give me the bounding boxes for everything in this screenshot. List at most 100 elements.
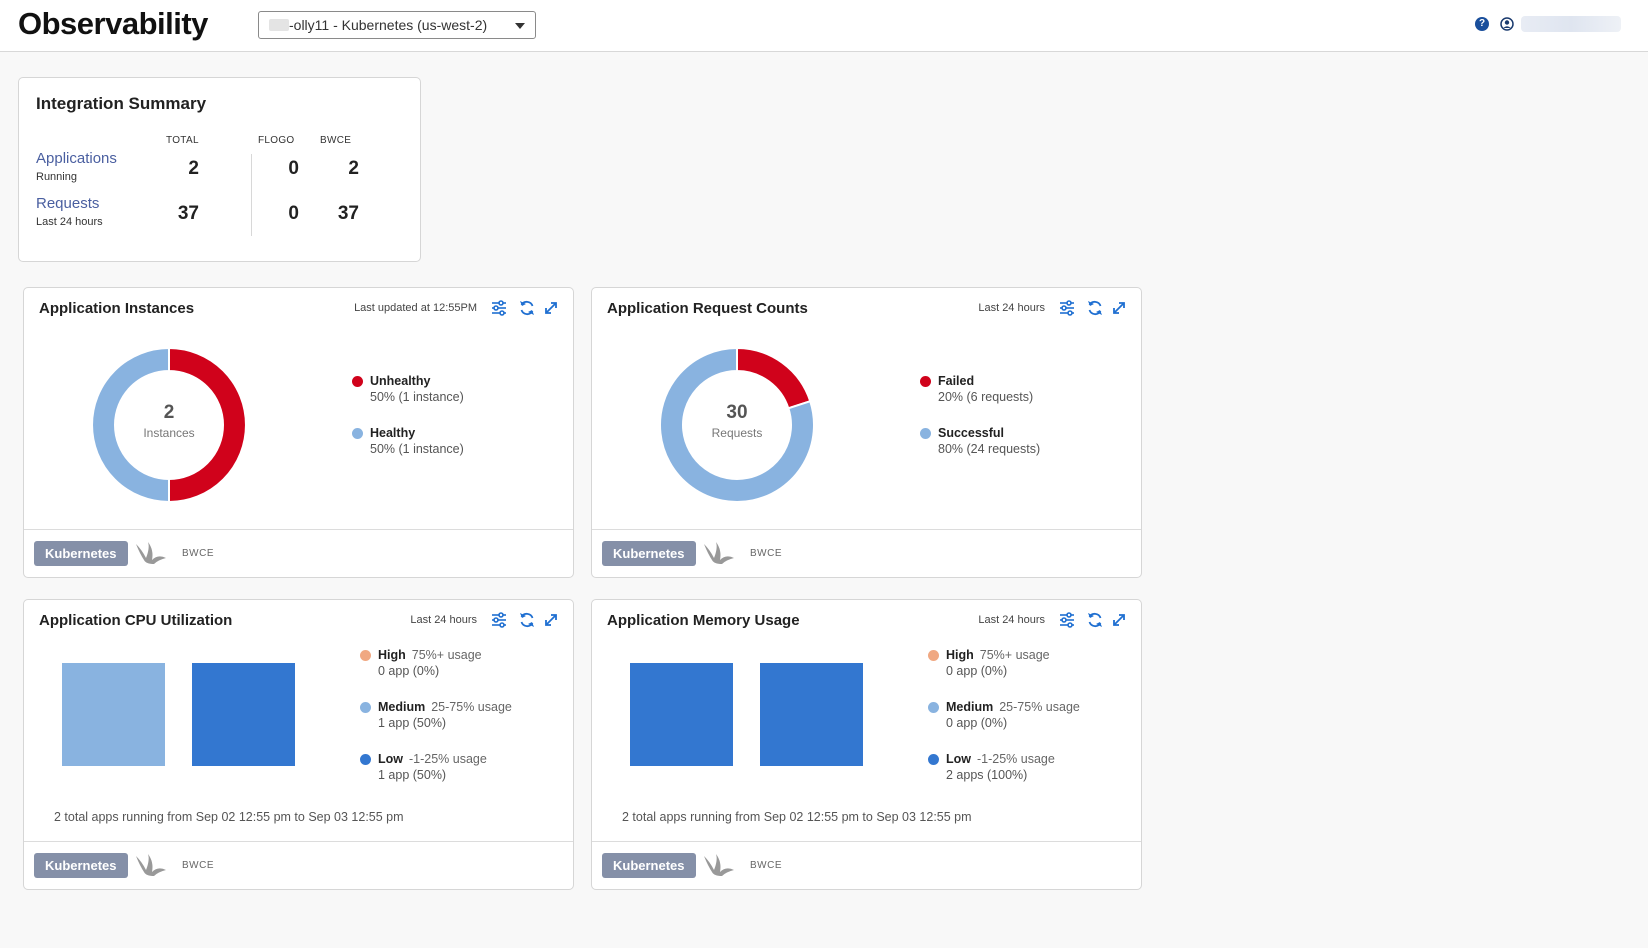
legend-successful-name: Successful <box>938 426 1005 440</box>
donut-slice-failed[interactable] <box>736 346 812 410</box>
environment-select[interactable]: -olly11 - Kubernetes (us-west-2) <box>258 11 536 39</box>
legend-unhealthy-name: Unhealthy <box>370 374 431 388</box>
tibco-bird-icon <box>136 542 166 564</box>
legend-low-name: Low -1-25% usage <box>378 752 487 766</box>
col-header-flogo: FLOGO <box>258 135 295 146</box>
refresh-icon[interactable] <box>517 610 537 630</box>
refresh-icon[interactable] <box>1085 610 1105 630</box>
legend-dot-low <box>928 754 939 765</box>
legend-high-value: 0 app (0%) <box>378 664 440 678</box>
applications-total: 2 <box>188 158 199 179</box>
cpu-app-tile[interactable] <box>192 663 295 766</box>
requests-center-label: Requests <box>711 426 763 440</box>
col-header-bwce: BWCE <box>320 135 352 146</box>
page-title: Observability <box>18 6 208 41</box>
requests-flogo: 0 <box>288 203 299 224</box>
filter-sliders-icon[interactable] <box>1057 298 1077 318</box>
requests-sub: Last 24 hours <box>36 216 103 228</box>
expand-icon[interactable] <box>541 610 561 630</box>
requests-donut-chart <box>659 346 815 503</box>
refresh-icon[interactable] <box>1085 298 1105 318</box>
widget-title: Application CPU Utilization <box>39 612 233 629</box>
tibco-bird-icon <box>136 854 166 876</box>
instances-center-label: Instances <box>143 426 195 440</box>
legend-dot-medium <box>360 702 371 713</box>
legend-medium-value: 1 app (50%) <box>378 716 447 730</box>
applications-sub: Running <box>36 171 77 183</box>
refresh-icon[interactable] <box>517 298 537 318</box>
legend-low-value: 2 apps (100%) <box>946 768 1028 782</box>
legend-low-value: 1 app (50%) <box>378 768 447 782</box>
donut-slice-unhealthy[interactable] <box>168 346 247 504</box>
applications-bwce: 2 <box>348 158 359 179</box>
tibco-bird-icon <box>704 854 734 876</box>
kubernetes-button[interactable]: Kubernetes <box>602 541 696 566</box>
redacted-user-name[interactable] <box>1521 16 1621 32</box>
column-divider <box>251 154 252 236</box>
apps-running-note: 2 total apps running from Sep 02 12:55 p… <box>622 810 972 824</box>
widget-footer: Kubernetes BWCE <box>592 529 1141 577</box>
legend-failed-value: 20% (6 requests) <box>938 390 1034 404</box>
requests-bwce: 37 <box>337 203 359 224</box>
requests-link[interactable]: Requests <box>36 195 99 212</box>
memory-app-tile[interactable] <box>760 663 863 766</box>
widget-footer: Kubernetes BWCE <box>24 841 573 889</box>
bwce-tag: BWCE <box>750 860 782 871</box>
requests-center-value: 30 <box>726 402 748 423</box>
legend-dot-high <box>360 650 371 661</box>
widget-title: Application Instances <box>39 300 195 317</box>
legend-dot-failed <box>920 376 931 387</box>
applications-link[interactable]: Applications <box>36 150 117 167</box>
bwce-tag: BWCE <box>182 860 214 871</box>
instances-donut-chart <box>91 346 247 504</box>
legend-dot-successful <box>920 428 931 439</box>
summary-title: Integration Summary <box>36 94 207 113</box>
redacted-org-name <box>269 19 289 31</box>
legend-medium-value: 0 app (0%) <box>946 716 1008 730</box>
memory-app-tile[interactable] <box>630 663 733 766</box>
environment-label: -olly11 - Kubernetes (us-west-2) <box>289 17 488 33</box>
instances-center-value: 2 <box>163 402 175 423</box>
filter-sliders-icon[interactable] <box>489 298 509 318</box>
legend-dot-unhealthy <box>352 376 363 387</box>
kubernetes-button[interactable]: Kubernetes <box>34 853 128 878</box>
application-cpu-utilization-widget: Application CPU Utilization Last 24 hour… <box>23 599 574 890</box>
expand-icon[interactable] <box>1109 298 1129 318</box>
application-request-counts-widget: Application Request Counts Last 24 hours… <box>591 287 1142 578</box>
widget-time-range: Last 24 hours <box>978 302 1045 314</box>
applications-flogo: 0 <box>288 158 299 179</box>
widget-footer: Kubernetes BWCE <box>592 841 1141 889</box>
widget-title: Application Memory Usage <box>607 612 800 629</box>
legend-dot-high <box>928 650 939 661</box>
legend-high-name: High 75%+ usage <box>946 648 1050 662</box>
legend-successful-value: 80% (24 requests) <box>938 442 1041 456</box>
filter-sliders-icon[interactable] <box>489 610 509 630</box>
tibco-bird-icon <box>704 542 734 564</box>
legend-medium-name: Medium 25-75% usage <box>378 700 512 714</box>
legend-healthy-name: Healthy <box>370 426 416 440</box>
widget-updated-time: Last updated at 12:55PM <box>354 302 477 314</box>
col-header-total: TOTAL <box>166 135 199 146</box>
expand-icon[interactable] <box>541 298 561 318</box>
legend-low-name: Low -1-25% usage <box>946 752 1055 766</box>
requests-total: 37 <box>177 203 199 224</box>
question-circle-icon[interactable]: ? <box>1475 17 1489 31</box>
legend-dot-healthy <box>352 428 363 439</box>
user-circle-icon[interactable] <box>1500 17 1514 31</box>
kubernetes-button[interactable]: Kubernetes <box>602 853 696 878</box>
chevron-down-icon <box>515 23 525 29</box>
expand-icon[interactable] <box>1109 610 1129 630</box>
widget-title: Application Request Counts <box>607 300 808 317</box>
cpu-app-tile[interactable] <box>62 663 165 766</box>
top-bar: Observability -olly11 - Kubernetes (us-w… <box>0 0 1648 52</box>
integration-summary-card: Integration Summary TOTAL FLOGO BWCE App… <box>18 77 421 262</box>
filter-sliders-icon[interactable] <box>1057 610 1077 630</box>
widget-time-range: Last 24 hours <box>410 614 477 626</box>
legend-failed-name: Failed <box>938 374 975 388</box>
legend-healthy-value: 50% (1 instance) <box>370 442 464 456</box>
donut-slice-healthy[interactable] <box>91 346 170 504</box>
kubernetes-button[interactable]: Kubernetes <box>34 541 128 566</box>
legend-unhealthy-value: 50% (1 instance) <box>370 390 464 404</box>
bwce-tag: BWCE <box>182 548 214 559</box>
legend-dot-low <box>360 754 371 765</box>
